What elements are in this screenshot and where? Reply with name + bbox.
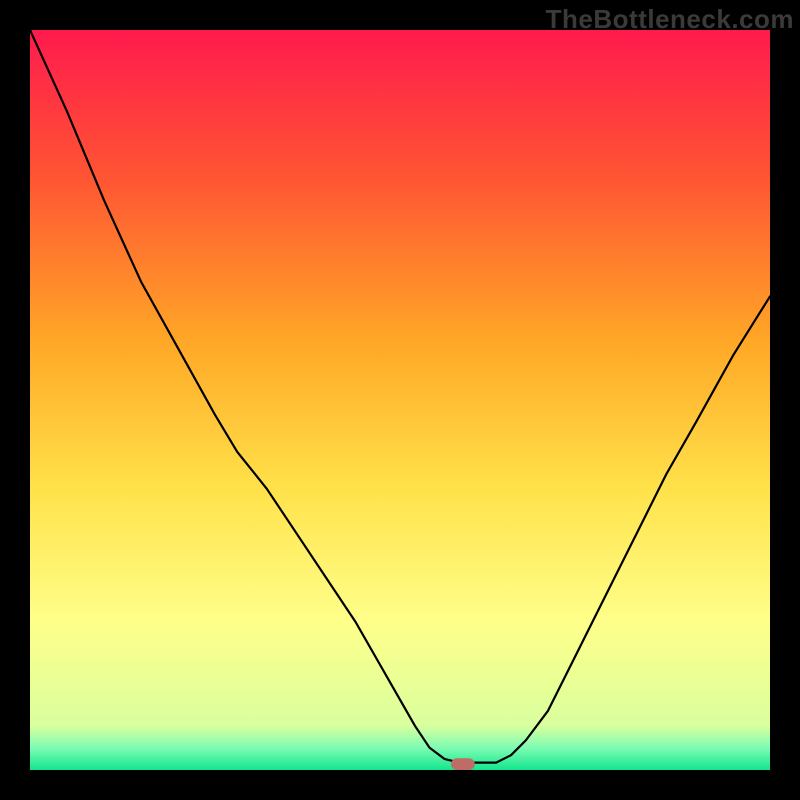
plot-svg xyxy=(30,30,770,770)
plot-frame xyxy=(30,30,770,770)
gradient-background xyxy=(30,30,770,770)
watermark-text: TheBottleneck.com xyxy=(546,4,794,35)
chart-container: TheBottleneck.com xyxy=(0,0,800,800)
optimal-marker xyxy=(451,758,475,770)
